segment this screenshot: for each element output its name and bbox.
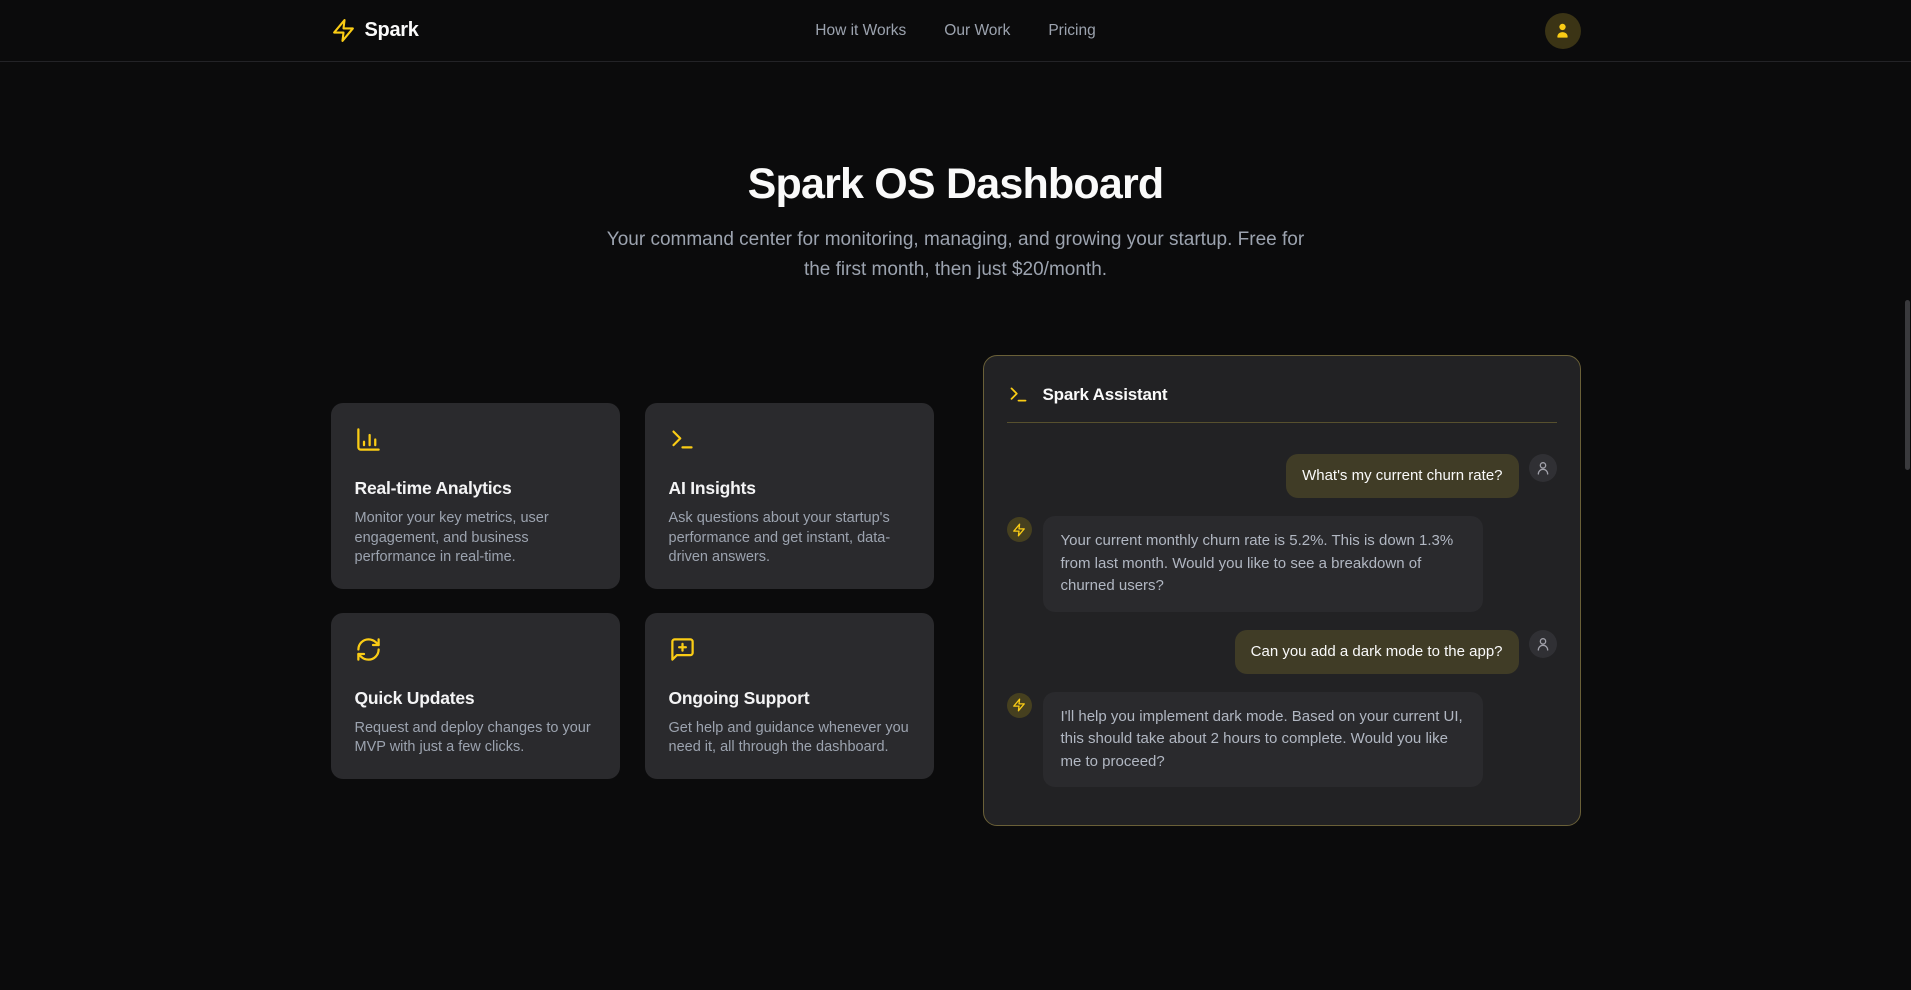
user-message-row: What's my current churn rate?	[1007, 454, 1557, 498]
navbar: Spark How it Works Our Work Pricing	[0, 0, 1911, 62]
nav-right	[1096, 13, 1581, 49]
user-message-row: Can you add a dark mode to the app?	[1007, 630, 1557, 674]
terminal-icon	[669, 426, 696, 453]
page-title: Spark OS Dashboard	[0, 161, 1911, 208]
terminal-icon	[1008, 384, 1029, 405]
page-scrollbar[interactable]	[1900, 0, 1911, 990]
message-list: What's my current churn rate? Your curre…	[1007, 423, 1557, 787]
assistant-message-row: Your current monthly churn rate is 5.2%.…	[1007, 516, 1557, 612]
content-row: Real-time Analytics Monitor your key met…	[331, 355, 1581, 826]
features-grid: Real-time Analytics Monitor your key met…	[331, 403, 934, 779]
account-avatar-button[interactable]	[1545, 13, 1581, 49]
nav-link-how-it-works[interactable]: How it Works	[815, 22, 906, 40]
message-square-plus-icon	[669, 636, 696, 663]
brand-name: Spark	[365, 19, 419, 42]
nav-link-pricing[interactable]: Pricing	[1048, 22, 1095, 40]
user-message-bubble: Can you add a dark mode to the app?	[1235, 630, 1519, 674]
spark-assistant-panel: Spark Assistant What's my current churn …	[983, 355, 1581, 826]
user-icon	[1553, 21, 1572, 40]
user-icon	[1535, 460, 1551, 476]
refresh-icon	[355, 636, 382, 663]
navbar-inner: Spark How it Works Our Work Pricing	[331, 13, 1581, 49]
user-message-bubble: What's my current churn rate?	[1286, 454, 1518, 498]
feature-card-ai-insights: AI Insights Ask questions about your sta…	[645, 403, 934, 589]
user-avatar	[1529, 454, 1557, 482]
feature-card-ongoing-support: Ongoing Support Get help and guidance wh…	[645, 613, 934, 779]
feature-title: Real-time Analytics	[355, 478, 596, 499]
assistant-message-bubble: Your current monthly churn rate is 5.2%.…	[1043, 516, 1483, 612]
assistant-title: Spark Assistant	[1043, 385, 1168, 405]
user-avatar	[1529, 630, 1557, 658]
brand-logo[interactable]: Spark	[331, 18, 816, 43]
assistant-avatar	[1007, 693, 1032, 718]
feature-description: Request and deploy changes to your MVP w…	[355, 719, 596, 758]
assistant-message-bubble: I'll help you implement dark mode. Based…	[1043, 692, 1483, 788]
chart-column-icon	[355, 426, 382, 453]
zap-icon	[331, 18, 356, 43]
feature-title: Ongoing Support	[669, 688, 910, 709]
nav-link-our-work[interactable]: Our Work	[944, 22, 1010, 40]
zap-icon	[1012, 523, 1026, 537]
feature-card-quick-updates: Quick Updates Request and deploy changes…	[331, 613, 620, 779]
assistant-message-row: I'll help you implement dark mode. Based…	[1007, 692, 1557, 788]
feature-description: Ask questions about your startup's perfo…	[669, 509, 910, 568]
page-subtitle: Your command center for monitoring, mana…	[606, 225, 1306, 285]
user-icon	[1535, 636, 1551, 652]
main-content: Spark OS Dashboard Your command center f…	[0, 62, 1911, 826]
hero-section: Spark OS Dashboard Your command center f…	[0, 62, 1911, 285]
zap-icon	[1012, 698, 1026, 712]
feature-title: AI Insights	[669, 478, 910, 499]
main-nav: How it Works Our Work Pricing	[815, 22, 1095, 40]
assistant-header: Spark Assistant	[1007, 377, 1557, 423]
feature-card-realtime-analytics: Real-time Analytics Monitor your key met…	[331, 403, 620, 589]
feature-title: Quick Updates	[355, 688, 596, 709]
assistant-avatar	[1007, 517, 1032, 542]
feature-description: Get help and guidance whenever you need …	[669, 719, 910, 758]
feature-description: Monitor your key metrics, user engagemen…	[355, 509, 596, 568]
scrollbar-thumb[interactable]	[1905, 300, 1910, 470]
